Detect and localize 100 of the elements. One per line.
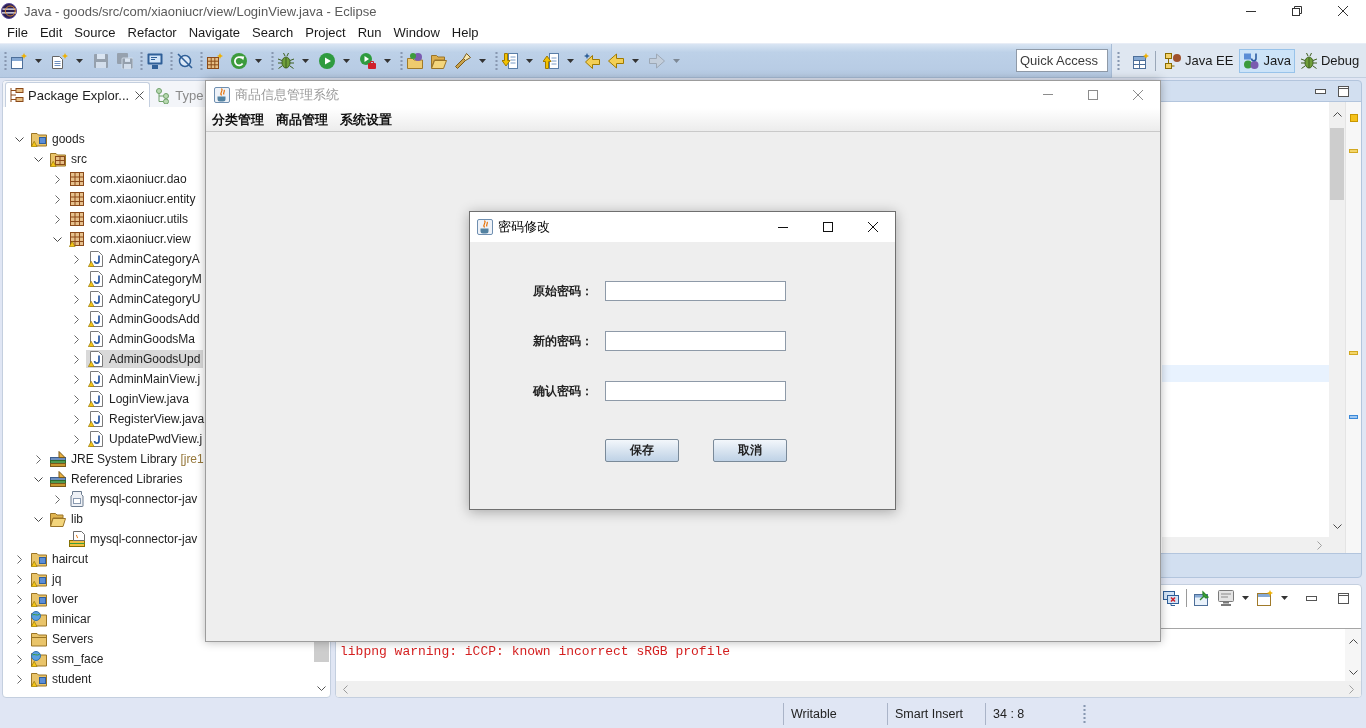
tree-item[interactable]: com.xiaoniucr.utils bbox=[67, 210, 189, 228]
close-icon[interactable] bbox=[867, 222, 878, 232]
tree-item[interactable]: AdminGoodsUpd bbox=[86, 350, 204, 368]
close-icon[interactable] bbox=[135, 90, 145, 100]
open-perspective-icon[interactable] bbox=[1133, 52, 1149, 69]
chevron-right-icon[interactable] bbox=[73, 374, 79, 384]
tree-item[interactable]: RegisterView.java bbox=[86, 410, 205, 428]
scroll-down-icon[interactable] bbox=[1348, 670, 1358, 675]
drag-handle[interactable] bbox=[200, 50, 203, 71]
scrollbar-thumb[interactable] bbox=[1330, 128, 1344, 200]
close-icon[interactable] bbox=[1338, 6, 1348, 16]
chevron-right-icon[interactable] bbox=[35, 454, 41, 464]
menu-item[interactable]: 商品管理 bbox=[270, 110, 334, 129]
dropdown-caret-icon[interactable] bbox=[384, 58, 391, 63]
external-tools-icon[interactable] bbox=[360, 52, 376, 69]
remove-all-icon[interactable] bbox=[1163, 590, 1179, 606]
view-tab[interactable]: Package Explor... bbox=[5, 82, 151, 107]
drag-handle[interactable] bbox=[1083, 704, 1086, 724]
bug-icon[interactable] bbox=[278, 52, 294, 69]
dropdown-caret-icon[interactable] bbox=[302, 58, 309, 63]
dialog-button[interactable]: 保存 bbox=[605, 439, 679, 462]
new-file-icon[interactable] bbox=[52, 52, 68, 69]
menu-item[interactable]: File bbox=[1, 25, 34, 40]
tree-item[interactable]: com.xiaoniucr.view bbox=[67, 230, 191, 248]
tree-item[interactable]: Servers bbox=[29, 630, 94, 648]
menu-item[interactable]: Help bbox=[445, 25, 485, 40]
chevron-right-icon[interactable] bbox=[73, 294, 79, 304]
chevron-down-icon[interactable] bbox=[33, 156, 43, 162]
tree-item[interactable]: minicar bbox=[29, 610, 91, 628]
drag-handle[interactable] bbox=[271, 50, 274, 71]
chevron-right-icon[interactable] bbox=[73, 334, 79, 344]
tree-item[interactable]: JRE System Library [jre1 bbox=[48, 450, 204, 468]
open-folder-icon[interactable] bbox=[431, 52, 447, 69]
chevron-down-icon[interactable] bbox=[14, 136, 24, 142]
perspective-button[interactable]: Java EE bbox=[1161, 48, 1238, 73]
tree-item[interactable]: mysql-connector-jav bbox=[67, 530, 198, 548]
tree-item[interactable]: AdminGoodsMa bbox=[86, 330, 196, 348]
chevron-right-icon[interactable] bbox=[16, 654, 22, 664]
maximize-icon[interactable] bbox=[1338, 85, 1349, 97]
dropdown-caret-icon[interactable] bbox=[35, 58, 42, 63]
chevron-up-icon[interactable] bbox=[1348, 639, 1358, 644]
scroll-down-icon[interactable] bbox=[1332, 523, 1342, 529]
dropdown-caret-icon[interactable] bbox=[479, 58, 486, 63]
dropdown-caret-icon[interactable] bbox=[526, 58, 533, 63]
chevron-right-icon[interactable] bbox=[54, 214, 60, 224]
quick-access-field[interactable]: Quick Access bbox=[1016, 49, 1108, 72]
tree-item[interactable]: UpdatePwdView.j bbox=[86, 430, 203, 448]
menu-item[interactable]: 分类管理 bbox=[206, 110, 270, 129]
minimize-icon[interactable] bbox=[1315, 88, 1326, 94]
slashed-circle-icon[interactable] bbox=[177, 52, 193, 69]
chevron-right-icon[interactable] bbox=[16, 634, 22, 644]
tree-item[interactable]: Referenced Libraries bbox=[48, 470, 183, 488]
dropdown-caret-icon[interactable] bbox=[1281, 596, 1288, 600]
chevron-right-icon[interactable] bbox=[54, 194, 60, 204]
previous-annotation-icon[interactable] bbox=[543, 52, 559, 69]
chevron-right-icon[interactable] bbox=[16, 674, 22, 684]
maximize-icon[interactable] bbox=[1338, 592, 1349, 604]
vertical-scrollbar[interactable] bbox=[1329, 102, 1345, 553]
chevron-right-icon[interactable] bbox=[73, 314, 79, 324]
tree-item[interactable]: com.xiaoniucr.dao bbox=[67, 170, 187, 188]
dialog-button[interactable]: 取消 bbox=[713, 439, 787, 462]
tree-item[interactable]: lib bbox=[48, 510, 83, 528]
menu-item[interactable]: Window bbox=[387, 25, 446, 40]
chevron-right-icon[interactable] bbox=[16, 574, 22, 584]
drag-handle[interactable] bbox=[4, 50, 7, 71]
chevron-down-icon[interactable] bbox=[52, 236, 62, 242]
folder-icon[interactable] bbox=[407, 52, 423, 69]
dropdown-caret-icon[interactable] bbox=[1242, 596, 1249, 600]
menu-item[interactable]: Run bbox=[351, 25, 388, 40]
chevron-down-icon[interactable] bbox=[33, 516, 43, 522]
tree-item[interactable]: AdminCategoryA bbox=[86, 250, 200, 268]
back-arrow-icon[interactable] bbox=[608, 52, 624, 69]
minimize-icon[interactable] bbox=[1306, 595, 1317, 601]
tree-item[interactable]: AdminCategoryU bbox=[86, 290, 201, 308]
horizontal-scrollbar[interactable] bbox=[1162, 537, 1329, 553]
tree-item[interactable]: LoginView.java bbox=[86, 390, 189, 408]
run-icon[interactable] bbox=[319, 52, 335, 69]
menu-item[interactable]: Refactor bbox=[121, 25, 183, 40]
tree-item[interactable]: AdminCategoryM bbox=[86, 270, 202, 288]
chevron-right-icon[interactable] bbox=[73, 254, 79, 264]
chevron-right-icon[interactable] bbox=[73, 354, 79, 364]
dropdown-caret-icon[interactable] bbox=[255, 58, 262, 63]
tree-item[interactable]: src bbox=[48, 150, 87, 168]
new-wizard-icon[interactable] bbox=[11, 52, 27, 69]
minimize-icon[interactable] bbox=[1246, 10, 1256, 12]
tree-item[interactable]: lover bbox=[29, 590, 78, 608]
monitor-icon[interactable] bbox=[147, 52, 163, 69]
chevron-right-icon[interactable] bbox=[73, 274, 79, 284]
restore-icon[interactable] bbox=[1292, 6, 1302, 16]
chevron-right-icon[interactable] bbox=[73, 434, 79, 444]
tree-item[interactable]: com.xiaoniucr.entity bbox=[67, 190, 196, 208]
menu-item[interactable]: Project bbox=[299, 25, 352, 40]
flashlight-icon[interactable] bbox=[455, 52, 471, 69]
tree-item[interactable]: haircut bbox=[29, 550, 89, 568]
chevron-right-icon[interactable] bbox=[16, 594, 22, 604]
menu-item[interactable]: Edit bbox=[33, 25, 69, 40]
chevron-right-icon[interactable] bbox=[54, 174, 60, 184]
password-field[interactable] bbox=[605, 381, 786, 401]
tree-item[interactable]: ssm_face bbox=[29, 650, 104, 668]
drag-handle[interactable] bbox=[495, 50, 498, 71]
